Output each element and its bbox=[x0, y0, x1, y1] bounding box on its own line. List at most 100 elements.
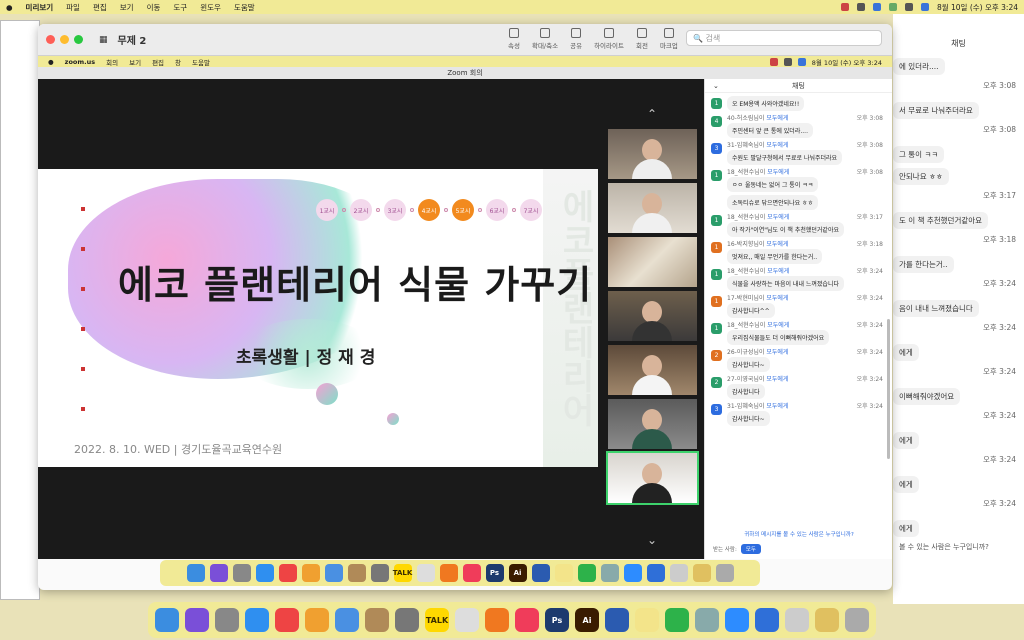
menu-tools[interactable]: 도구 bbox=[173, 2, 187, 13]
preview-window: ▦ 무제 2 속성 확대/축소 공유 하이라이트 회전 마크업 🔍 검색 ● z… bbox=[38, 24, 892, 590]
close-button[interactable] bbox=[46, 35, 55, 44]
slide-decoration bbox=[316, 383, 338, 405]
photoshop-icon[interactable]: Ps bbox=[485, 564, 504, 582]
preview-icon[interactable] bbox=[600, 564, 619, 582]
inspector-button[interactable]: 속성 bbox=[508, 28, 520, 50]
word-icon[interactable] bbox=[531, 564, 550, 582]
keynote-icon[interactable] bbox=[646, 564, 665, 582]
siri-status-icon[interactable] bbox=[920, 3, 929, 11]
chrome-icon[interactable] bbox=[278, 564, 297, 582]
settings-icon[interactable] bbox=[395, 608, 419, 632]
outer-chat-row: 이뻐해줘야겠어요 bbox=[893, 388, 1024, 405]
participant-video[interactable] bbox=[608, 183, 697, 233]
battery-icon[interactable] bbox=[904, 3, 913, 11]
chevron-up-icon[interactable]: ⌃ bbox=[644, 107, 660, 121]
kakaotalk-icon[interactable]: TALK bbox=[425, 608, 449, 632]
photo-icon[interactable] bbox=[815, 608, 839, 632]
sidebar-toggle-icon[interactable]: ▦ bbox=[99, 35, 108, 45]
clock[interactable]: 8월 10일 (수) 오후 3:24 bbox=[937, 2, 1018, 13]
photo-icon[interactable] bbox=[692, 564, 711, 582]
apple-icon[interactable]: ● bbox=[6, 3, 13, 12]
keynote-icon[interactable] bbox=[755, 608, 779, 632]
sender-avatar: 1 bbox=[711, 170, 722, 181]
outer-chat-row: 음이 내내 느껴졌습니다 bbox=[893, 300, 1024, 317]
reminders-icon[interactable] bbox=[455, 608, 479, 632]
notes-icon[interactable] bbox=[554, 564, 573, 582]
trash-icon[interactable] bbox=[715, 564, 734, 582]
participant-video[interactable] bbox=[608, 129, 697, 179]
menu-edit[interactable]: 편집 bbox=[93, 2, 107, 13]
siri-icon[interactable] bbox=[185, 608, 209, 632]
wifi-icon[interactable] bbox=[888, 3, 897, 11]
trash-icon[interactable] bbox=[845, 608, 869, 632]
zoom-icon[interactable] bbox=[623, 564, 642, 582]
menu-window[interactable]: 윈도우 bbox=[200, 2, 221, 13]
photoshop-icon[interactable]: Ps bbox=[545, 608, 569, 632]
status-icon[interactable] bbox=[856, 3, 865, 11]
menu-file[interactable]: 파일 bbox=[66, 2, 80, 13]
chevron-down-icon[interactable]: ⌄ bbox=[644, 533, 660, 547]
participant-video[interactable] bbox=[608, 291, 697, 341]
zoom-button[interactable]: 확대/축소 bbox=[532, 28, 558, 50]
highlight-button[interactable]: 하이라이트 bbox=[594, 28, 624, 50]
status-icon[interactable] bbox=[840, 3, 849, 11]
evernote-icon[interactable] bbox=[665, 608, 689, 632]
settings-icon[interactable] bbox=[370, 564, 389, 582]
music-icon[interactable] bbox=[462, 564, 481, 582]
chat-messages: 1오 EM용액 사와야겠네요!! 4 40-허소림님이 모두에게 오후 3:08 주민센… bbox=[711, 95, 887, 428]
help-icon[interactable] bbox=[669, 564, 688, 582]
participant-video[interactable] bbox=[608, 345, 697, 395]
contacts-icon[interactable] bbox=[347, 564, 366, 582]
status-icon[interactable] bbox=[872, 3, 881, 11]
chevron-down-icon[interactable]: ⌄ bbox=[713, 79, 719, 93]
chat-message: 2 27-이영국님이 모두에게 오후 3:24 감사합니다 bbox=[711, 374, 887, 399]
app-menu[interactable]: 미리보기 bbox=[26, 2, 54, 13]
minimize-button[interactable] bbox=[60, 35, 69, 44]
music-icon[interactable] bbox=[515, 608, 539, 632]
launchpad-icon[interactable] bbox=[232, 564, 251, 582]
menu-help[interactable]: 도움말 bbox=[234, 2, 255, 13]
kakaotalk-icon[interactable]: TALK bbox=[393, 564, 412, 582]
safari-icon[interactable] bbox=[255, 564, 274, 582]
safari-icon[interactable] bbox=[245, 608, 269, 632]
photos-icon[interactable] bbox=[305, 608, 329, 632]
visibility-note[interactable]: 귀하의 메시지를 볼 수 있는 사람은 누구입니까? bbox=[705, 530, 892, 538]
rotate-button[interactable]: 회전 bbox=[636, 28, 648, 50]
reminders-icon[interactable] bbox=[416, 564, 435, 582]
pages-icon[interactable] bbox=[439, 564, 458, 582]
mail-icon[interactable] bbox=[324, 564, 343, 582]
zoom-icon[interactable] bbox=[725, 608, 749, 632]
menu-view[interactable]: 보기 bbox=[120, 2, 134, 13]
active-speaker-video[interactable] bbox=[606, 451, 699, 505]
highlighter-icon bbox=[604, 28, 615, 38]
illustrator-icon[interactable]: Ai bbox=[508, 564, 527, 582]
rotate-icon bbox=[636, 28, 647, 38]
fullscreen-button[interactable] bbox=[74, 35, 83, 44]
evernote-icon[interactable] bbox=[577, 564, 596, 582]
participant-video[interactable] bbox=[608, 237, 697, 287]
siri-icon[interactable] bbox=[209, 564, 228, 582]
participant-video[interactable] bbox=[608, 399, 697, 449]
recipient-select[interactable]: 모두 bbox=[740, 544, 761, 554]
outer-chat-row: 에게 bbox=[893, 344, 1024, 361]
contacts-icon[interactable] bbox=[365, 608, 389, 632]
period-badge: 6교시 bbox=[486, 199, 508, 221]
message-time: 오후 3:17 bbox=[856, 214, 883, 221]
search-input[interactable]: 🔍 검색 bbox=[686, 30, 882, 46]
pages-icon[interactable] bbox=[485, 608, 509, 632]
launchpad-icon[interactable] bbox=[215, 608, 239, 632]
photos-icon[interactable] bbox=[301, 564, 320, 582]
chrome-icon[interactable] bbox=[275, 608, 299, 632]
help-icon[interactable] bbox=[785, 608, 809, 632]
chat-scrollbar[interactable] bbox=[887, 319, 890, 459]
word-icon[interactable] bbox=[605, 608, 629, 632]
preview-icon[interactable] bbox=[695, 608, 719, 632]
markup-button[interactable]: 마크업 bbox=[660, 28, 678, 50]
notes-icon[interactable] bbox=[635, 608, 659, 632]
finder-icon[interactable] bbox=[155, 608, 179, 632]
illustrator-icon[interactable]: Ai bbox=[575, 608, 599, 632]
share-button[interactable]: 공유 bbox=[570, 28, 582, 50]
mail-icon[interactable] bbox=[335, 608, 359, 632]
menu-go[interactable]: 이동 bbox=[147, 2, 161, 13]
finder-icon[interactable] bbox=[186, 564, 205, 582]
